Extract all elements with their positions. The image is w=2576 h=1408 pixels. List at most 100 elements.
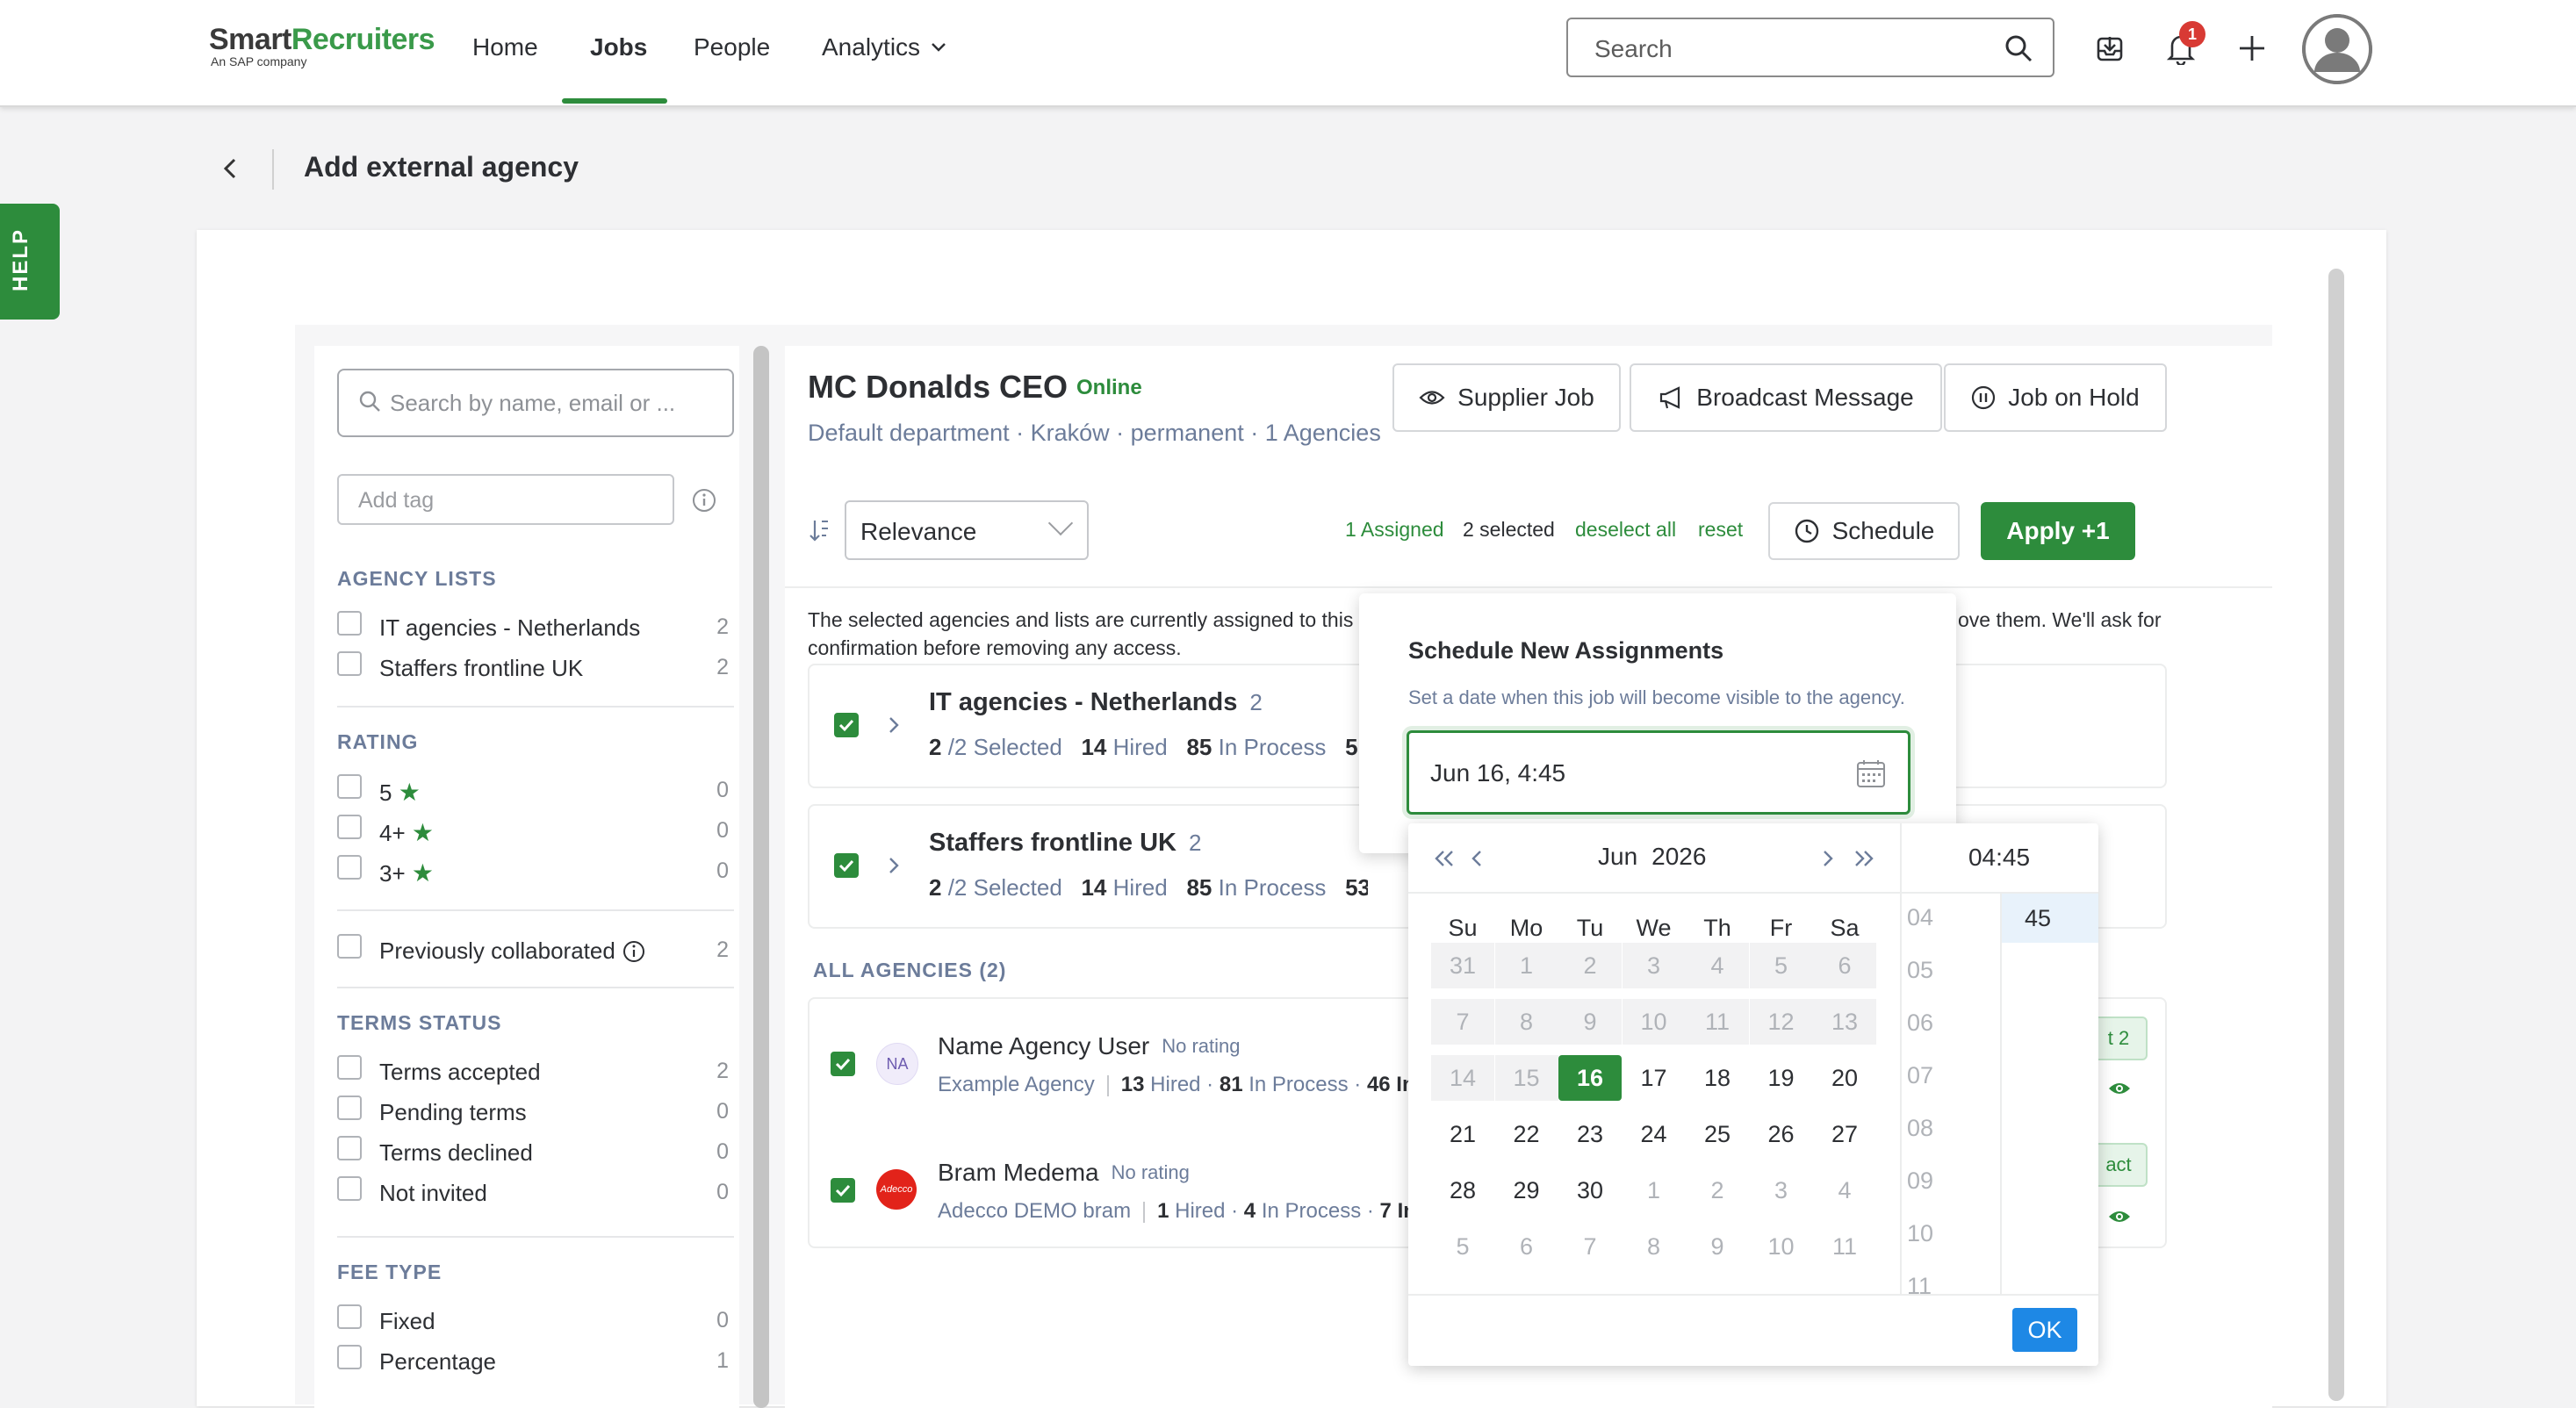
info-icon[interactable] [622,940,645,963]
filter-terms[interactable]: Pending terms 0 [337,1096,734,1131]
nav-analytics[interactable]: Analytics [822,33,948,61]
calendar-day[interactable]: 20 [1813,1055,1876,1101]
chevron-left-icon[interactable] [219,156,241,181]
sort-icon[interactable] [808,518,832,542]
calendar-day[interactable]: 21 [1431,1111,1494,1157]
calendar-day[interactable]: 2 [1558,943,1622,988]
calendar-day[interactable]: 10 [1750,1224,1813,1269]
checkbox[interactable] [337,1345,362,1369]
apply-button[interactable]: Apply +1 [1981,502,2135,560]
job-on-hold-button[interactable]: Job on Hold [1944,363,2167,432]
calendar-day[interactable]: 11 [1686,999,1749,1045]
help-tab[interactable]: HELP [0,204,60,320]
calendar-day[interactable]: 1 [1623,1167,1686,1213]
sort-select[interactable]: Relevance [845,500,1089,560]
calendar-day[interactable]: 9 [1686,1224,1749,1269]
hour-option[interactable]: 07 [1907,1062,1977,1089]
list-name[interactable]: Staffers frontline UK [929,829,1176,858]
double-chevron-left-icon[interactable] [1431,848,1457,869]
calendar-day[interactable]: 5 [1431,1224,1494,1269]
agency-company[interactable]: Example Agency [938,1073,1095,1096]
eye-icon[interactable] [2107,1080,2132,1097]
reset-link[interactable]: reset [1698,518,1743,542]
checkbox[interactable] [337,611,362,636]
schedule-button[interactable]: Schedule [1768,502,1960,560]
chevron-right-icon[interactable] [885,715,903,736]
deselect-all-link[interactable]: deselect all [1575,518,1676,542]
inbox-icon[interactable] [2095,33,2125,63]
double-chevron-right-icon[interactable] [1851,848,1877,869]
list-name[interactable]: IT agencies - Netherlands [929,688,1237,717]
user-avatar[interactable] [2302,14,2372,84]
checkbox-checked[interactable] [834,713,859,737]
calendar-day[interactable]: 3 [1750,1167,1813,1213]
filter-previously-collaborated[interactable]: Previously collaborated 2 [337,934,734,969]
hour-option[interactable]: 10 [1907,1220,1977,1247]
agency-company[interactable]: Adecco DEMO bram [938,1199,1131,1223]
calendar-day[interactable]: 6 [1495,1224,1558,1269]
filter-terms[interactable]: Terms accepted 2 [337,1055,734,1090]
sidebar-scrollbar[interactable] [753,346,769,1408]
calendar-day[interactable]: 2 [1686,1167,1749,1213]
calendar-day[interactable]: 6 [1813,943,1876,988]
calendar-day[interactable]: 27 [1813,1111,1876,1157]
calendar-day[interactable]: 19 [1750,1055,1813,1101]
calendar-day[interactable]: 4 [1686,943,1749,988]
calendar-year[interactable]: 2026 [1651,843,1706,871]
calendar-day[interactable]: 25 [1686,1111,1749,1157]
page-scrollbar[interactable] [2328,269,2344,1401]
checkbox-checked[interactable] [834,853,859,878]
nav-people[interactable]: People [694,33,770,61]
calendar-day[interactable]: 31 [1431,943,1494,988]
chevron-left-icon[interactable] [1468,848,1486,869]
calendar-day[interactable]: 13 [1813,999,1876,1045]
calendar-icon[interactable] [1855,758,1887,789]
filter-terms[interactable]: Not invited 0 [337,1176,734,1211]
ok-button[interactable]: OK [2012,1308,2077,1352]
calendar-day[interactable]: 7 [1431,999,1494,1045]
checkbox[interactable] [337,1055,362,1080]
calendar-day[interactable]: 1 [1494,943,1558,988]
hour-option[interactable]: 06 [1907,1009,1977,1037]
checkbox[interactable] [337,1304,362,1329]
filter-rating[interactable]: 5 ★ 0 [337,774,734,809]
hour-option[interactable]: 05 [1907,957,1977,984]
schedule-date-input[interactable]: Jun 16, 4:45 [1407,730,1910,815]
calendar-day[interactable]: 14 [1431,1055,1494,1101]
filter-agency-list[interactable]: IT agencies - Netherlands 2 [337,611,734,646]
calendar-day[interactable]: 22 [1495,1111,1558,1157]
calendar-month-year[interactable]: Jun 2026 [1598,843,1706,871]
checkbox[interactable] [337,1176,362,1201]
calendar-day[interactable]: 10 [1622,999,1686,1045]
calendar-day[interactable]: 4 [1813,1167,1876,1213]
filter-terms[interactable]: Terms declined 0 [337,1136,734,1171]
filter-fee[interactable]: Percentage 1 [337,1345,734,1380]
filter-rating[interactable]: 3+ ★ 0 [337,855,734,890]
broadcast-message-button[interactable]: Broadcast Message [1630,363,1942,432]
calendar-day[interactable]: 12 [1749,999,1813,1045]
agency-search-input[interactable]: Search by name, email or ... [337,369,734,437]
global-search-input[interactable]: Search [1566,18,2054,77]
calendar-day[interactable]: 7 [1558,1224,1622,1269]
calendar-day[interactable]: 18 [1686,1055,1749,1101]
checkbox[interactable] [337,815,362,839]
nav-jobs[interactable]: Jobs [590,33,647,61]
agency-name[interactable]: Name Agency User [938,1032,1149,1060]
filter-fee[interactable]: Fixed 0 [337,1304,734,1340]
hour-option[interactable]: 08 [1907,1115,1977,1142]
calendar-day[interactable]: 5 [1749,943,1813,988]
calendar-day[interactable]: 3 [1622,943,1686,988]
minute-selected[interactable]: 45 [2002,894,2098,943]
checkbox[interactable] [337,774,362,799]
calendar-day[interactable]: 30 [1558,1167,1622,1213]
chevron-right-icon[interactable] [1819,848,1837,869]
calendar-month[interactable]: Jun [1598,843,1637,871]
eye-icon[interactable] [2107,1208,2132,1225]
calendar-day[interactable]: 8 [1494,999,1558,1045]
hour-option[interactable]: 04 [1907,904,1977,931]
calendar-day[interactable]: 11 [1813,1224,1876,1269]
filter-agency-list[interactable]: Staffers frontline UK 2 [337,651,734,686]
calendar-day[interactable]: 29 [1495,1167,1558,1213]
chevron-right-icon[interactable] [885,855,903,876]
agency-name[interactable]: Bram Medema [938,1159,1099,1187]
